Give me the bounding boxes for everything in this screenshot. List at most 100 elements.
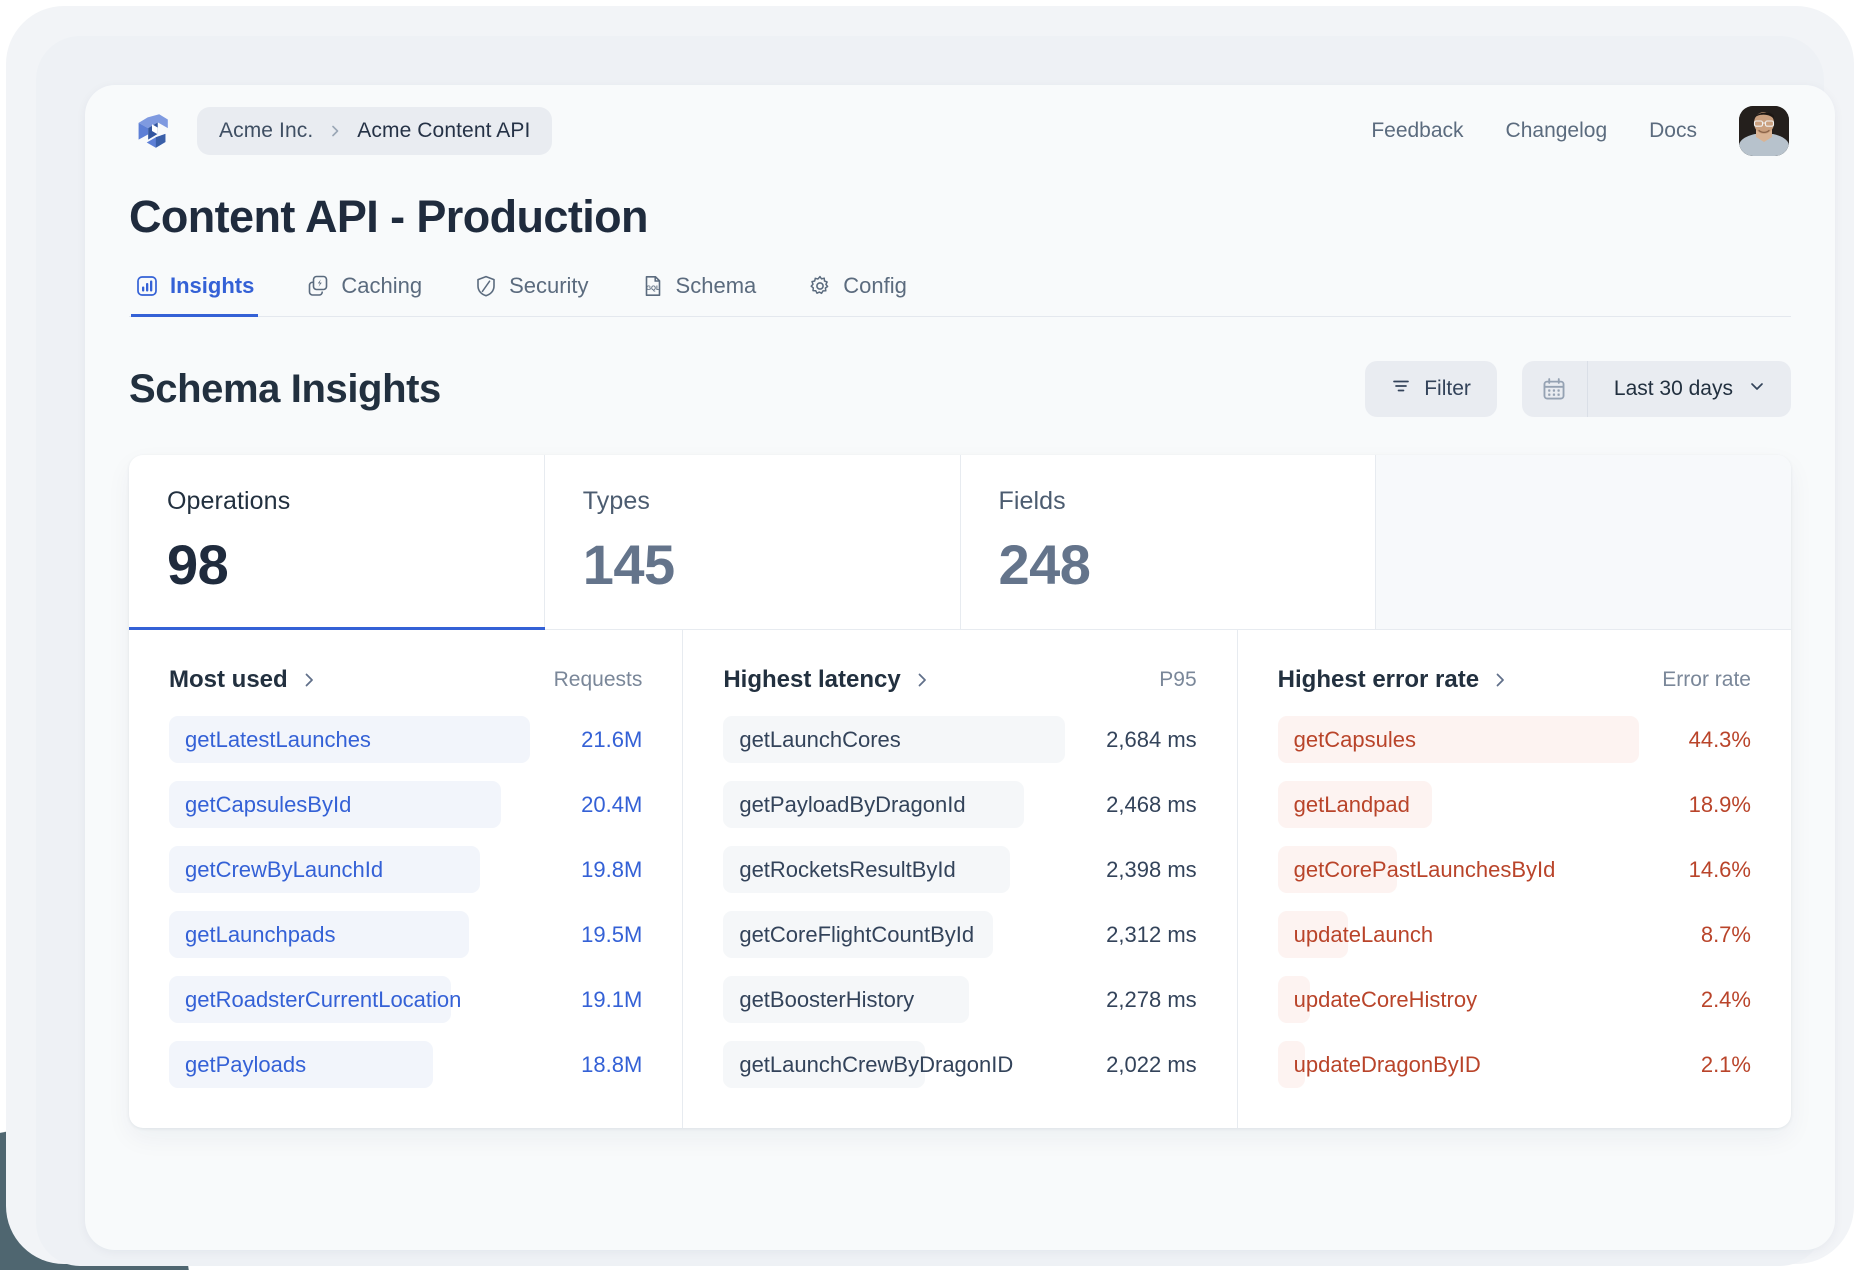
section-header: Schema Insights Filter [85, 317, 1835, 417]
insight-row[interactable]: getLaunchpads19.5M [169, 911, 642, 958]
insight-row[interactable]: getLatestLaunches21.6M [169, 716, 642, 763]
operation-bar-fill [723, 716, 1064, 763]
operation-bar-track: getCapsules [1278, 716, 1639, 763]
operation-bar-track: getCorePastLaunchesById [1278, 846, 1639, 893]
insight-row[interactable]: getPayloads18.8M [169, 1041, 642, 1088]
insight-row[interactable]: getRocketsResultById2,398 ms [723, 846, 1196, 893]
operation-value: 2,278 ms [1065, 987, 1197, 1013]
insight-row[interactable]: updateLaunch8.7% [1278, 911, 1751, 958]
tab-config[interactable]: Config [804, 273, 911, 317]
operation-name: updateCoreHistroy [1294, 976, 1477, 1023]
insight-column-title-label: Highest error rate [1278, 666, 1479, 694]
insight-row[interactable]: getBoosterHistory2,278 ms [723, 976, 1196, 1023]
bar-chart-icon [135, 274, 159, 298]
operation-value: 2.1% [1639, 1052, 1751, 1078]
filter-lines-icon [1391, 376, 1411, 402]
operation-bar-track: updateDragonByID [1278, 1041, 1639, 1088]
tab-label: Insights [170, 273, 254, 299]
operation-bar-track: getRoadsterCurrentLocation [169, 976, 530, 1023]
operation-bar-fill [169, 716, 530, 763]
docs-link[interactable]: Docs [1649, 119, 1697, 143]
insight-column-title-highest-error-rate[interactable]: Highest error rate [1278, 666, 1509, 694]
date-range-select[interactable]: Last 30 days [1588, 361, 1791, 417]
insight-column-highest-latency: Highest latencyP95getLaunchCores2,684 ms… [683, 630, 1237, 1128]
operation-value: 18.8M [530, 1052, 642, 1078]
section-title: Schema Insights [129, 367, 441, 412]
stat-value: 98 [167, 532, 506, 597]
operation-bar-fill [1278, 911, 1349, 958]
device-frame-inner: Acme Inc. Acme Content API Feedback Chan… [36, 36, 1824, 1266]
tab-label: Caching [341, 273, 422, 299]
device-frame-outer: Acme Inc. Acme Content API Feedback Chan… [6, 6, 1854, 1264]
stat-label: Fields [999, 487, 1338, 516]
insight-row[interactable]: updateDragonByID 2.1% [1278, 1041, 1751, 1088]
filter-button[interactable]: Filter [1365, 361, 1497, 417]
insight-column-most-used: Most usedRequestsgetLatestLaunches21.6Mg… [129, 630, 683, 1128]
insight-row[interactable]: getCapsules44.3% [1278, 716, 1751, 763]
insight-row[interactable]: getCorePastLaunchesById14.6% [1278, 846, 1751, 893]
layers-bolt-icon [306, 274, 330, 298]
operation-value: 2,398 ms [1065, 857, 1197, 883]
operation-value: 2,312 ms [1065, 922, 1197, 948]
insight-column-title-highest-latency[interactable]: Highest latency [723, 666, 930, 694]
insight-column-title-label: Highest latency [723, 666, 900, 694]
breadcrumb-org[interactable]: Acme Inc. [219, 119, 313, 143]
stat-card-types[interactable]: Types 145 [545, 455, 961, 629]
operation-value: 19.8M [530, 857, 642, 883]
operation-value: 19.5M [530, 922, 642, 948]
stellate-logo-icon[interactable] [129, 108, 175, 154]
insight-row[interactable]: getPayloadByDragonId2,468 ms [723, 781, 1196, 828]
insight-row[interactable]: getCapsulesById20.4M [169, 781, 642, 828]
stat-card-operations[interactable]: Operations 98 [129, 455, 545, 629]
tab-security[interactable]: Security [470, 273, 592, 317]
tab-bar: Insights Caching [129, 273, 1791, 317]
calendar-icon[interactable] [1522, 361, 1588, 417]
operation-bar-fill [1278, 781, 1432, 828]
stat-card-fields[interactable]: Fields 248 [961, 455, 1377, 629]
operation-bar-fill [169, 846, 480, 893]
insight-row[interactable]: getLaunchCrewByDragonID2,022 ms [723, 1041, 1196, 1088]
operation-bar-track: getLandpad [1278, 781, 1639, 828]
operation-bar-track: getLatestLaunches [169, 716, 530, 763]
insight-column-header: Most used Requests [169, 666, 642, 694]
section-controls: Filter [1365, 361, 1791, 417]
operation-bar-fill [1278, 1041, 1305, 1088]
insight-row[interactable]: getLaunchCores2,684 ms [723, 716, 1196, 763]
chevron-right-icon [327, 123, 343, 139]
insight-column-unit: Requests [554, 668, 643, 692]
stat-value: 248 [999, 532, 1338, 597]
breadcrumb[interactable]: Acme Inc. Acme Content API [197, 107, 552, 155]
screenshot-stage: Acme Inc. Acme Content API Feedback Chan… [0, 0, 1860, 1270]
tab-label: Config [843, 273, 907, 299]
gear-icon [808, 274, 832, 298]
insight-lists: Most usedRequestsgetLatestLaunches21.6Mg… [129, 630, 1791, 1128]
tab-insights[interactable]: Insights [131, 273, 258, 317]
operation-bar-track: updateLaunch [1278, 911, 1639, 958]
operation-bar-fill [723, 846, 1010, 893]
user-avatar[interactable] [1739, 106, 1789, 156]
chevron-right-icon [913, 671, 931, 689]
insight-row[interactable]: getLandpad18.9% [1278, 781, 1751, 828]
operation-bar-fill [723, 976, 969, 1023]
feedback-link[interactable]: Feedback [1371, 119, 1463, 143]
operation-bar-fill [723, 911, 993, 958]
operation-value: 19.1M [530, 987, 642, 1013]
operation-bar-track: getCoreFlightCountById [723, 911, 1064, 958]
operation-bar-fill [1278, 846, 1397, 893]
operation-value: 14.6% [1639, 857, 1751, 883]
breadcrumb-service[interactable]: Acme Content API [357, 119, 530, 143]
tab-caching[interactable]: Caching [302, 273, 426, 317]
operation-bar-fill [169, 911, 469, 958]
insight-row[interactable]: updateCoreHistroy2.4% [1278, 976, 1751, 1023]
app-window: Acme Inc. Acme Content API Feedback Chan… [85, 85, 1835, 1250]
insight-row[interactable]: getRoadsterCurrentLocation19.1M [169, 976, 642, 1023]
insight-column-title-most-used[interactable]: Most used [169, 666, 318, 694]
chevron-right-icon [1491, 671, 1509, 689]
operation-bar-track: getPayloadByDragonId [723, 781, 1064, 828]
changelog-link[interactable]: Changelog [1506, 119, 1608, 143]
insight-row[interactable]: getCoreFlightCountById2,312 ms [723, 911, 1196, 958]
insight-row[interactable]: getCrewByLaunchId19.8M [169, 846, 642, 893]
operation-value: 8.7% [1639, 922, 1751, 948]
tab-schema[interactable]: GQL Schema [637, 273, 761, 317]
operation-name: updateDragonByID [1294, 1041, 1481, 1088]
